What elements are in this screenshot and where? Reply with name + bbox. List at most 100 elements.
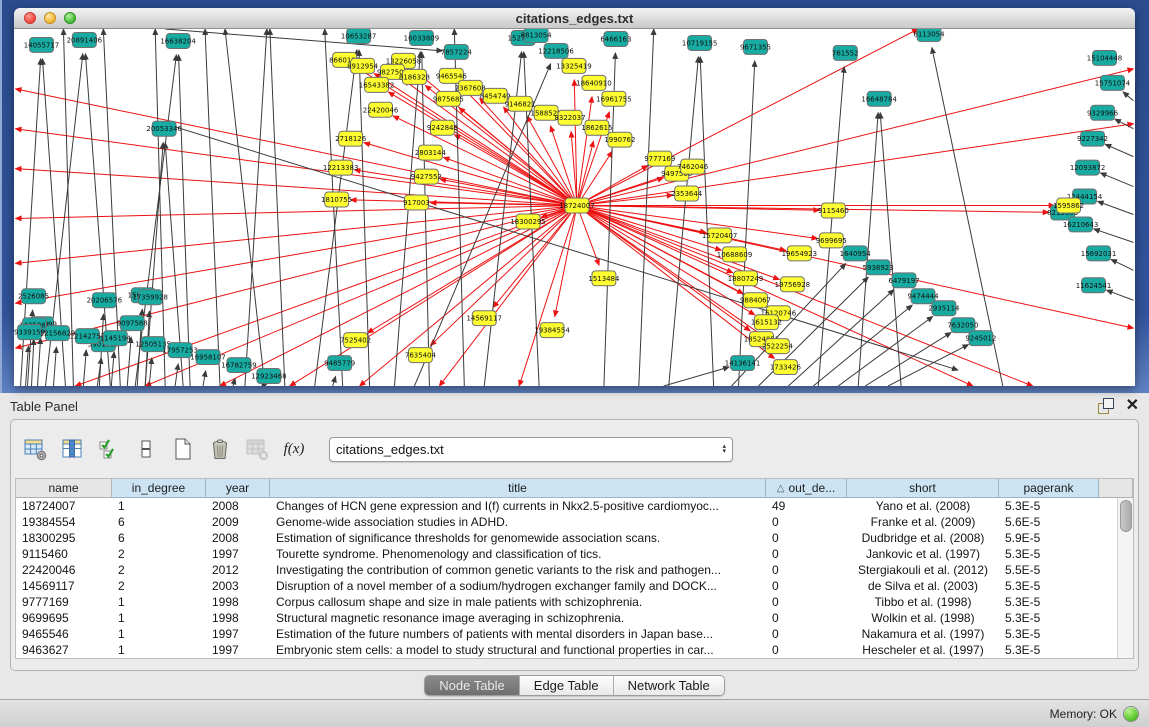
network-node[interactable]: 1862615 bbox=[581, 120, 612, 135]
network-node[interactable]: 8912954 bbox=[347, 58, 379, 73]
network-node[interactable]: 6466163 bbox=[600, 31, 631, 46]
network-node[interactable]: 8813054 bbox=[521, 29, 553, 42]
network-node[interactable]: 14055717 bbox=[24, 37, 59, 52]
select-columns-icon[interactable] bbox=[95, 435, 123, 463]
column-header-pagerank[interactable]: pagerank bbox=[999, 479, 1099, 498]
table-row[interactable]: 1872400712008Changes of HCN gene express… bbox=[16, 498, 1133, 514]
delete-table-icon[interactable] bbox=[243, 435, 271, 463]
network-node[interactable]: 12213383 bbox=[323, 160, 358, 175]
network-node[interactable]: 2718126 bbox=[335, 131, 366, 146]
network-node[interactable]: 16648784 bbox=[861, 91, 897, 106]
table-mode-icon[interactable] bbox=[21, 435, 49, 463]
network-node[interactable]: 1990762 bbox=[604, 132, 635, 147]
network-node[interactable]: 2353644 bbox=[671, 186, 703, 201]
network-node[interactable]: 9329966 bbox=[1087, 105, 1118, 120]
tab-network-table[interactable]: Network Table bbox=[614, 676, 724, 695]
network-node[interactable]: 20891406 bbox=[67, 32, 102, 47]
cell-view-icon[interactable] bbox=[132, 435, 160, 463]
network-node[interactable]: 14569117 bbox=[467, 311, 502, 326]
network-node[interactable]: 22420046 bbox=[363, 102, 398, 117]
network-node[interactable]: 9884067 bbox=[740, 293, 771, 308]
column-header-out_de[interactable]: △out_de... bbox=[766, 479, 847, 498]
network-node[interactable]: 7525402 bbox=[340, 333, 371, 348]
network-node[interactable]: 9227342 bbox=[1077, 131, 1108, 146]
network-node[interactable]: 12093872 bbox=[1070, 160, 1105, 175]
table-row[interactable]: 969969511998Structural magnetic resonanc… bbox=[16, 610, 1133, 626]
scrollbar-thumb[interactable] bbox=[1120, 500, 1132, 532]
network-node[interactable]: 18807249 bbox=[728, 271, 763, 286]
network-node[interactable]: 15692031 bbox=[1081, 246, 1116, 261]
network-node[interactable]: 16638204 bbox=[160, 33, 196, 48]
network-node[interactable]: 2935114 bbox=[928, 301, 960, 316]
network-node[interactable]: 13325419 bbox=[556, 58, 591, 73]
network-node[interactable]: 9875685 bbox=[433, 91, 464, 106]
new-column-icon[interactable] bbox=[169, 435, 197, 463]
network-node[interactable]: 2526085 bbox=[18, 289, 49, 304]
table-row[interactable]: 1456911722003Disruption of a novel membe… bbox=[16, 578, 1133, 594]
network-node[interactable]: 16961755 bbox=[596, 91, 631, 106]
network-node[interactable]: 7857224 bbox=[441, 44, 473, 59]
network-node[interactable]: 1810755 bbox=[321, 192, 352, 207]
network-node[interactable]: 19384554 bbox=[534, 323, 570, 338]
network-node[interactable]: 10653287 bbox=[341, 29, 376, 43]
network-node[interactable]: 18640910 bbox=[576, 75, 611, 90]
float-panel-icon[interactable] bbox=[1098, 398, 1114, 414]
network-node[interactable]: 761552 bbox=[832, 45, 859, 60]
network-node[interactable]: 11624541 bbox=[1076, 278, 1111, 293]
network-node[interactable]: 9699695 bbox=[816, 233, 847, 248]
network-node[interactable]: 7462046 bbox=[677, 159, 708, 174]
network-node[interactable]: 1640954 bbox=[840, 246, 872, 261]
column-header-short[interactable]: short bbox=[847, 479, 999, 498]
network-node[interactable]: 12218506 bbox=[538, 43, 573, 58]
column-header-title[interactable]: title bbox=[270, 479, 766, 498]
table-row[interactable]: 946362711997Embryonic stem cells: a mode… bbox=[16, 642, 1133, 658]
network-node[interactable]: 9115460 bbox=[818, 203, 849, 218]
network-node[interactable]: 8113054 bbox=[913, 29, 945, 41]
vertical-scrollbar[interactable] bbox=[1117, 498, 1133, 658]
table-row[interactable]: 1938455462009Genome-wide association stu… bbox=[16, 514, 1133, 530]
network-node[interactable]: 8186328 bbox=[399, 69, 430, 84]
network-node[interactable]: 5938923 bbox=[863, 260, 894, 275]
network-node[interactable]: 917003 bbox=[403, 195, 430, 210]
network-node[interactable]: 2803144 bbox=[415, 145, 447, 160]
table-row[interactable]: 2242004622012Investigating the contribut… bbox=[16, 562, 1133, 578]
tab-node-table[interactable]: Node Table bbox=[425, 676, 520, 695]
delete-column-icon[interactable] bbox=[206, 435, 234, 463]
table-row[interactable]: 946554611997Estimation of the future num… bbox=[16, 626, 1133, 642]
table-row[interactable]: 1830029562008Estimation of significance … bbox=[16, 530, 1133, 546]
network-node[interactable]: 2522254 bbox=[762, 339, 794, 354]
table-selector[interactable]: citations_edges.txt ▴▾ bbox=[329, 437, 733, 462]
network-node[interactable]: 14136141 bbox=[725, 356, 760, 371]
network-node[interactable]: 9427552 bbox=[411, 169, 442, 184]
network-node[interactable]: 1733426 bbox=[770, 360, 801, 375]
network-node[interactable]: 10688609 bbox=[717, 247, 752, 262]
network-node[interactable]: 1513484 bbox=[588, 271, 620, 286]
network-node[interactable]: 1595862 bbox=[1053, 198, 1084, 213]
table-row[interactable]: 911546021997Tourette syndrome. Phenomeno… bbox=[16, 546, 1133, 562]
network-node[interactable]: 12923468 bbox=[251, 369, 286, 384]
network-node[interactable]: 1615132 bbox=[751, 315, 782, 330]
column-header-name[interactable]: name bbox=[16, 479, 112, 498]
show-columns-icon[interactable] bbox=[58, 435, 86, 463]
network-node[interactable]: 9485779 bbox=[324, 356, 355, 371]
function-builder-icon[interactable]: f(x) bbox=[280, 435, 308, 463]
network-node[interactable]: 16033809 bbox=[404, 30, 439, 45]
network-node[interactable]: 7635404 bbox=[405, 348, 437, 363]
network-node[interactable]: 8322037 bbox=[554, 110, 585, 125]
network-node[interactable]: 19654923 bbox=[782, 246, 817, 261]
column-header-year[interactable]: year bbox=[206, 479, 270, 498]
network-node[interactable]: 15751074 bbox=[1095, 75, 1131, 90]
network-node[interactable]: 9777169 bbox=[644, 151, 675, 166]
network-node[interactable]: 1145194 bbox=[100, 331, 132, 346]
tab-edge-table[interactable]: Edge Table bbox=[520, 676, 614, 695]
network-node[interactable]: 20053346 bbox=[146, 121, 181, 136]
network-node[interactable]: 9242848 bbox=[427, 120, 458, 135]
column-header-in_degree[interactable]: in_degree bbox=[112, 479, 206, 498]
network-canvas[interactable]: 14055717 20891406 16638204 10653287 16033809… bbox=[14, 29, 1135, 386]
network-node[interactable]: 9097588 bbox=[117, 316, 148, 331]
table-row[interactable]: 977716911998Corpus callosum shape and si… bbox=[16, 594, 1133, 610]
close-panel-icon[interactable]: ✕ bbox=[1126, 398, 1139, 414]
network-window-titlebar[interactable]: citations_edges.txt bbox=[14, 8, 1135, 29]
network-node[interactable]: 6479197 bbox=[889, 273, 920, 288]
network-node[interactable]: 9245012 bbox=[965, 331, 996, 346]
